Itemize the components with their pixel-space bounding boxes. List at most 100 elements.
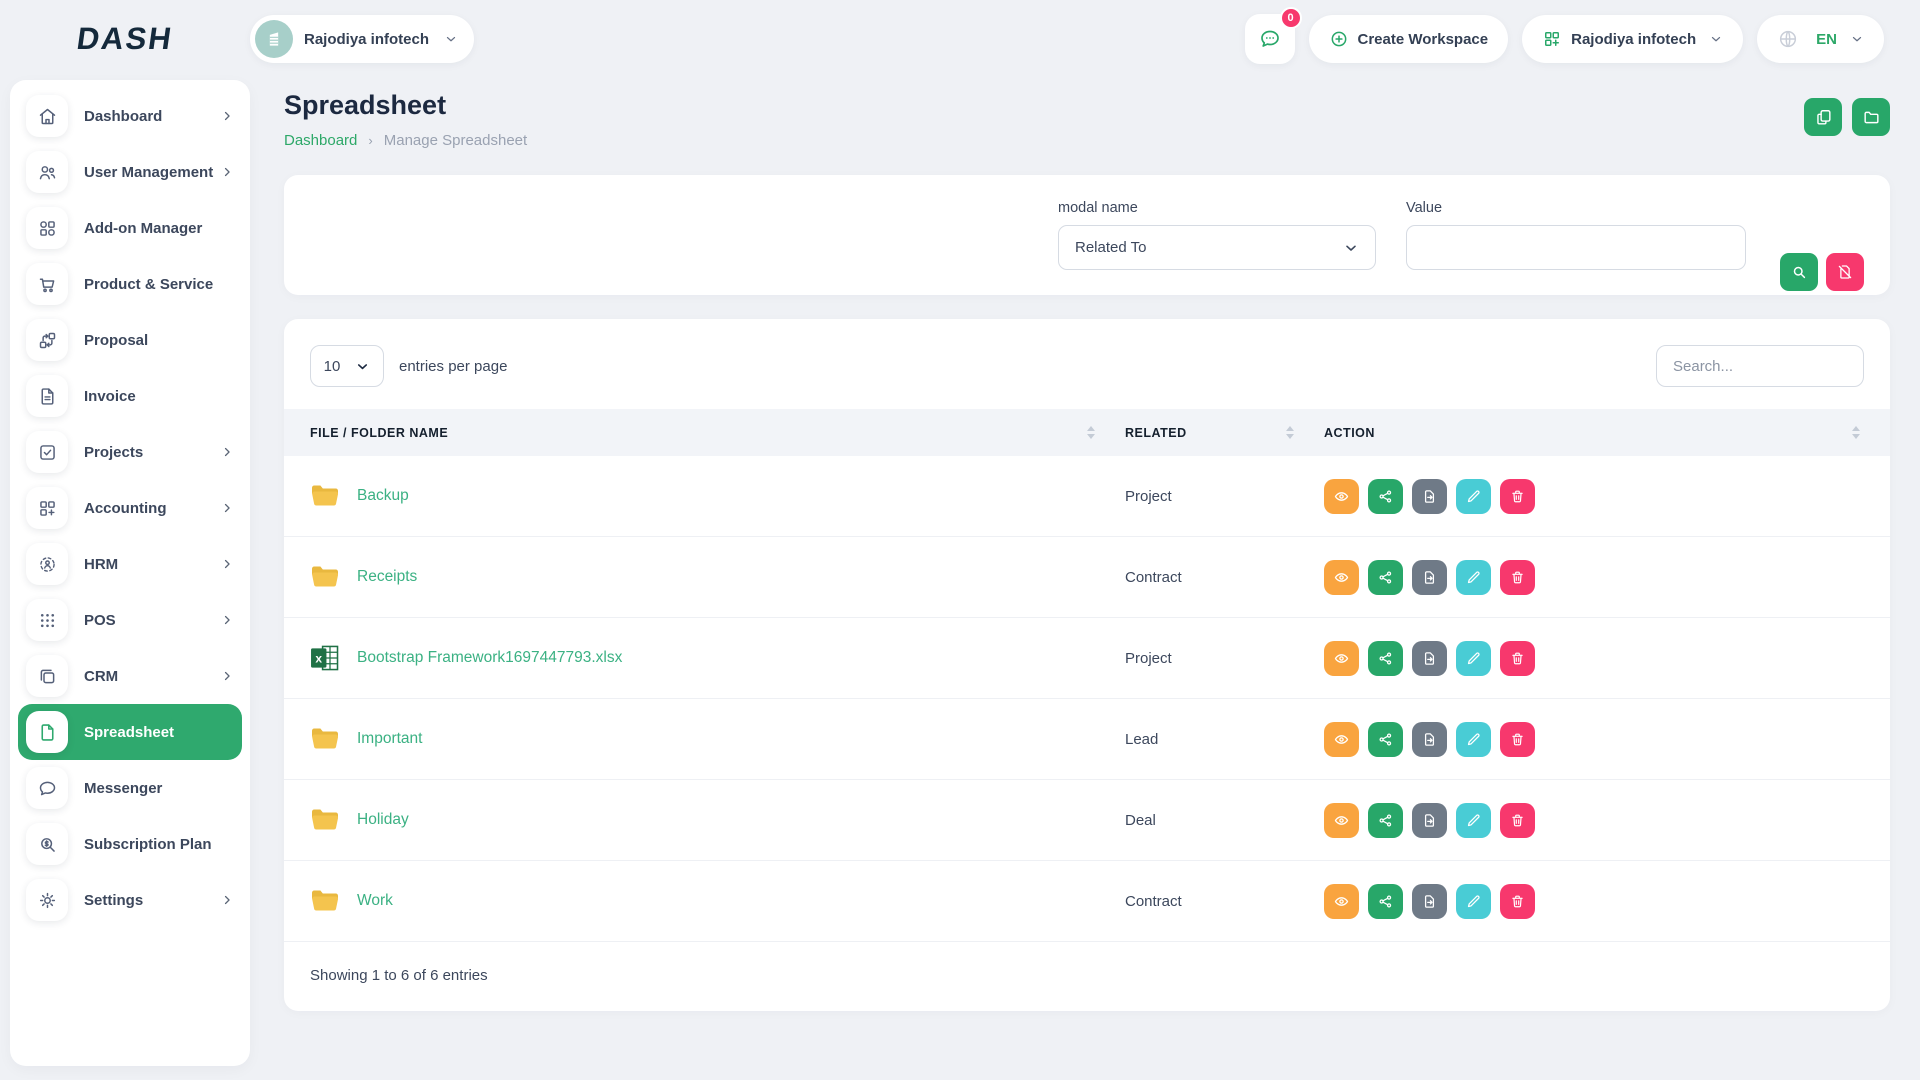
messages-button[interactable]: 0 — [1245, 14, 1295, 64]
delete-button[interactable] — [1500, 560, 1535, 595]
share-button[interactable] — [1368, 803, 1403, 838]
workspace-avatar — [255, 20, 293, 58]
table-row: WorkContract — [284, 861, 1890, 942]
related-value: Project — [1125, 650, 1324, 667]
row-actions — [1324, 560, 1890, 595]
edit-button[interactable] — [1456, 641, 1491, 676]
edit-button[interactable] — [1456, 479, 1491, 514]
export-button[interactable] — [1412, 803, 1447, 838]
related-to-select[interactable]: Related To — [1058, 225, 1376, 270]
breadcrumb-dashboard-link[interactable]: Dashboard — [284, 132, 357, 149]
share-button[interactable] — [1368, 641, 1403, 676]
filter-search-button[interactable] — [1780, 253, 1818, 291]
share-button[interactable] — [1368, 722, 1403, 757]
sidebar-item-invoice[interactable]: Invoice — [10, 368, 250, 424]
table-row: ImportantLead — [284, 699, 1890, 780]
create-folder-button[interactable] — [1852, 98, 1890, 136]
export-button[interactable] — [1412, 641, 1447, 676]
delete-button[interactable] — [1500, 479, 1535, 514]
chevron-down-icon — [355, 359, 370, 374]
sidebar-item-subscription-plan[interactable]: Subscription Plan — [10, 816, 250, 872]
sidebar-item-hrm[interactable]: HRM — [10, 536, 250, 592]
file-name-link[interactable]: Receipts — [357, 568, 417, 586]
export-button[interactable] — [1412, 479, 1447, 514]
share-button[interactable] — [1368, 884, 1403, 919]
delete-button[interactable] — [1500, 641, 1535, 676]
export-button[interactable] — [1412, 560, 1447, 595]
language-selector[interactable]: EN — [1757, 15, 1884, 63]
chevron-right-icon — [220, 557, 234, 571]
view-button[interactable] — [1324, 641, 1359, 676]
check-square-icon — [26, 431, 68, 473]
file-name-link[interactable]: Holiday — [357, 811, 409, 829]
sidebar-item-dashboard[interactable]: Dashboard — [10, 88, 250, 144]
delete-button[interactable] — [1500, 803, 1535, 838]
file-name-link[interactable]: Bootstrap Framework1697447793.xlsx — [357, 649, 622, 667]
sidebar-item-label: Projects — [84, 444, 143, 461]
sidebar-item-label: Subscription Plan — [84, 836, 212, 853]
sidebar-item-settings[interactable]: Settings — [10, 872, 250, 928]
sidebar-item-user-management[interactable]: User Management — [10, 144, 250, 200]
filter-reset-button[interactable] — [1826, 253, 1864, 291]
files-table: FILE / FOLDER NAME RELATED ACTION Backup… — [284, 409, 1890, 942]
company-selector[interactable]: Rajodiya infotech — [1522, 15, 1743, 63]
view-button[interactable] — [1324, 479, 1359, 514]
create-workspace-button[interactable]: Create Workspace — [1309, 15, 1509, 63]
chevron-down-icon — [1343, 240, 1359, 256]
logo: DASH — [0, 21, 250, 57]
file-name-link[interactable]: Work — [357, 892, 393, 910]
view-button[interactable] — [1324, 884, 1359, 919]
sidebar-item-proposal[interactable]: Proposal — [10, 312, 250, 368]
sidebar-item-pos[interactable]: POS — [10, 592, 250, 648]
file-name-link[interactable]: Important — [357, 730, 422, 748]
table-search-input[interactable] — [1656, 345, 1864, 387]
sidebar-item-spreadsheet[interactable]: Spreadsheet — [18, 704, 242, 760]
view-button[interactable] — [1324, 560, 1359, 595]
edit-button[interactable] — [1456, 722, 1491, 757]
invoice-icon — [26, 375, 68, 417]
excel-file-icon: x — [310, 645, 340, 671]
create-file-button[interactable] — [1804, 98, 1842, 136]
breadcrumb-current: Manage Spreadsheet — [384, 132, 527, 149]
column-header-file-folder-name[interactable]: FILE / FOLDER NAME — [284, 426, 1125, 440]
folder-icon — [310, 726, 340, 752]
view-button[interactable] — [1324, 803, 1359, 838]
file-name-link[interactable]: Backup — [357, 487, 409, 505]
copy-icon — [26, 655, 68, 697]
sidebar-item-crm[interactable]: CRM — [10, 648, 250, 704]
edit-button[interactable] — [1456, 803, 1491, 838]
share-button[interactable] — [1368, 560, 1403, 595]
folder-icon — [1862, 108, 1881, 127]
delete-button[interactable] — [1500, 884, 1535, 919]
export-button[interactable] — [1412, 722, 1447, 757]
edit-button[interactable] — [1456, 560, 1491, 595]
table-row: BackupProject — [284, 456, 1890, 537]
chat-bubble-icon — [1258, 27, 1282, 51]
column-header-related[interactable]: RELATED — [1125, 426, 1324, 440]
export-button[interactable] — [1412, 884, 1447, 919]
table-controls: 10 entries per page — [284, 345, 1890, 387]
view-button[interactable] — [1324, 722, 1359, 757]
workspace-selector[interactable]: Rajodiya infotech — [250, 15, 474, 63]
sidebar-item-add-on-manager[interactable]: Add-on Manager — [10, 200, 250, 256]
sidebar-item-label: CRM — [84, 668, 118, 685]
folder-icon — [310, 483, 340, 509]
edit-button[interactable] — [1456, 884, 1491, 919]
sidebar-item-projects[interactable]: Projects — [10, 424, 250, 480]
column-header-action[interactable]: ACTION — [1324, 426, 1890, 440]
value-input[interactable] — [1406, 225, 1746, 270]
row-actions — [1324, 803, 1890, 838]
chevron-right-icon — [220, 109, 234, 123]
delete-button[interactable] — [1500, 722, 1535, 757]
sidebar-item-label: Dashboard — [84, 108, 162, 125]
sidebar-item-accounting[interactable]: Accounting — [10, 480, 250, 536]
table-row: x Bootstrap Framework1697447793.xlsx Proje… — [284, 618, 1890, 699]
sidebar-item-product-service[interactable]: Product & Service — [10, 256, 250, 312]
chevron-right-icon — [220, 501, 234, 515]
sidebar-item-messenger[interactable]: Messenger — [10, 760, 250, 816]
folder-icon — [310, 807, 340, 833]
table-body: BackupProjectReceiptsContractxBootstrap … — [284, 456, 1890, 942]
entries-per-page-select[interactable]: 10 — [310, 345, 384, 387]
share-button[interactable] — [1368, 479, 1403, 514]
folder-icon — [310, 888, 340, 914]
